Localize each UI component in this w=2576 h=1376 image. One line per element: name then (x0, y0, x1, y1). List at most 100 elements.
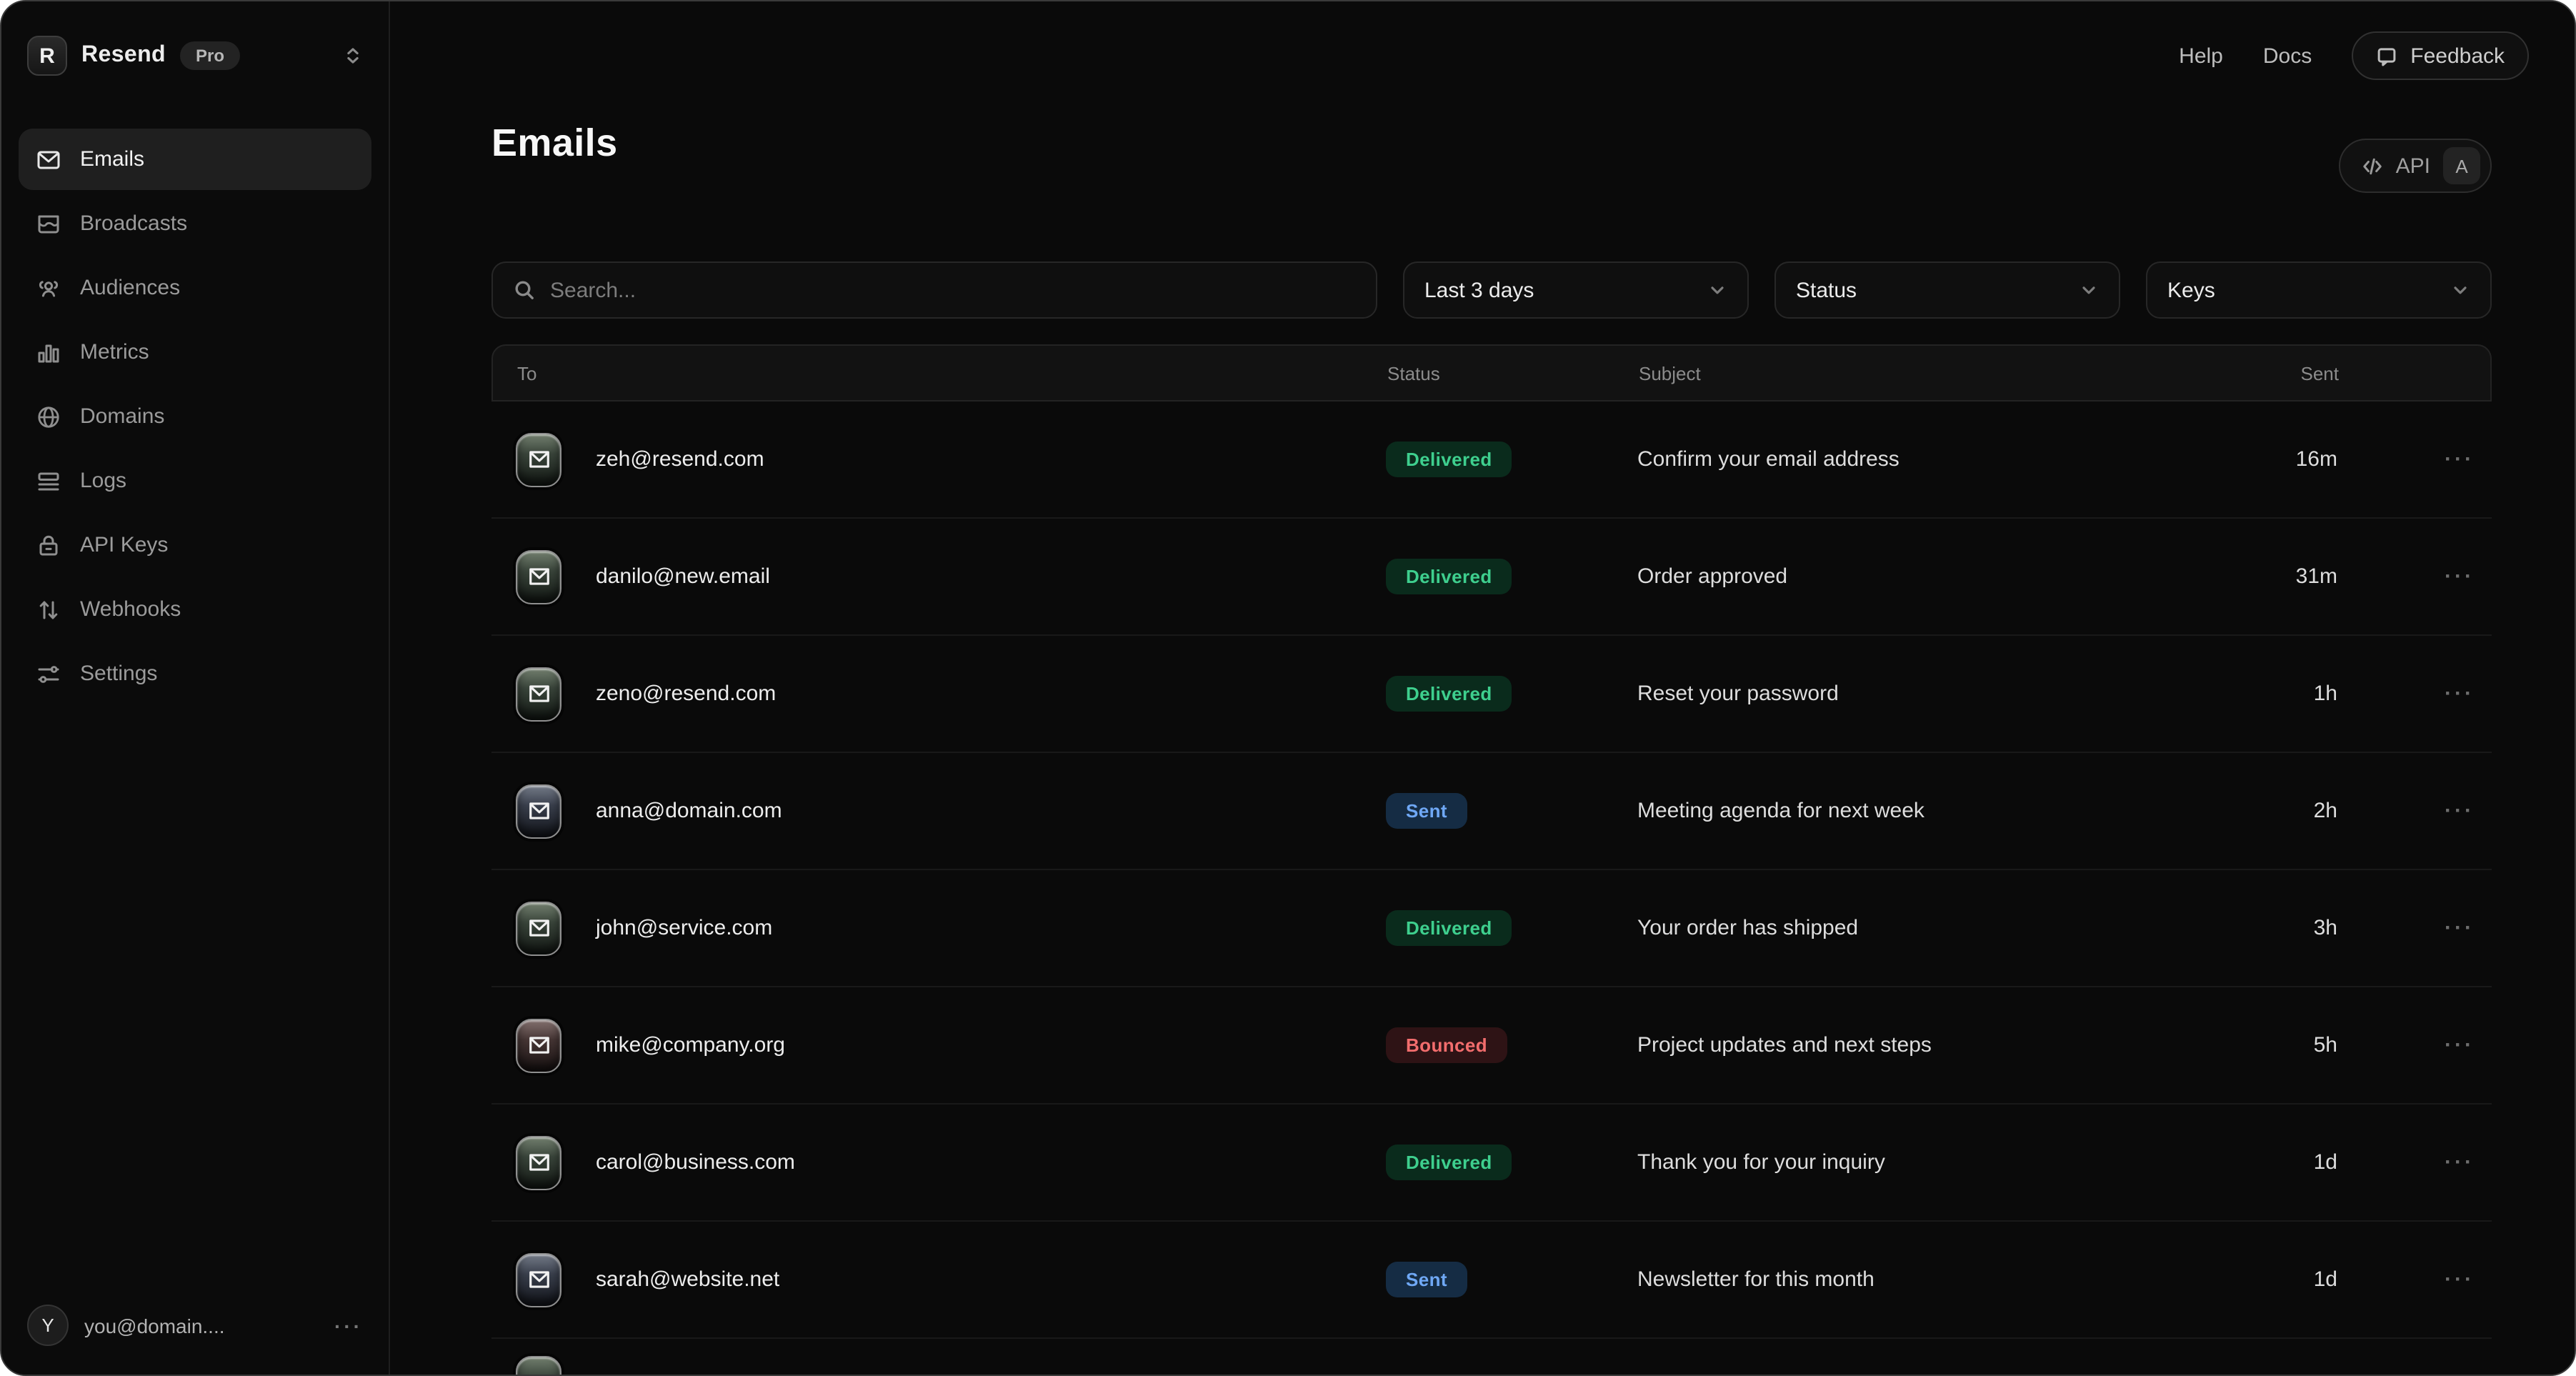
cell-status: Delivered (1386, 1145, 1626, 1180)
recipient-email: zeh@resend.com (596, 447, 764, 472)
status-select[interactable]: Status (1774, 261, 2120, 319)
avatar: Y (27, 1305, 69, 1346)
column-header-sent: Sent (2257, 362, 2339, 384)
webhooks-icon (36, 597, 61, 622)
feedback-bubble-icon (2376, 45, 2397, 66)
sidebar-item[interactable]: Metrics (19, 321, 371, 383)
globe-icon (36, 404, 61, 429)
sent-time: 1h (2256, 682, 2337, 706)
envelope-icon (528, 1270, 549, 1289)
table-row[interactable]: john@service.com Delivered Your order ha… (491, 870, 2492, 987)
table-row[interactable]: carol@business.com Delivered Thank you f… (491, 1105, 2492, 1222)
sidebar-item[interactable]: API Keys (19, 514, 371, 576)
row-menu-ellipsis-icon[interactable]: ··· (2337, 799, 2492, 823)
table-row[interactable]: danilo@new.email Delivered Order approve… (491, 519, 2492, 636)
cell-status: Delivered (1386, 559, 1626, 594)
sidebar-item[interactable]: Logs (19, 450, 371, 512)
page-title: Emails (491, 121, 618, 166)
email-subject: Project updates and next steps (1626, 1033, 2256, 1057)
settings-icon (36, 661, 61, 687)
sent-time: 1d (2256, 1150, 2337, 1175)
row-menu-ellipsis-icon[interactable]: ··· (2337, 682, 2492, 706)
keys-select[interactable]: Keys (2146, 261, 2492, 319)
email-subject: Your order has shipped (1626, 916, 2256, 940)
row-menu-ellipsis-icon[interactable]: ··· (2337, 1267, 2492, 1292)
sidebar-item-label: Domains (80, 404, 164, 429)
lock-icon (36, 532, 61, 558)
ellipsis-icon[interactable]: ··· (334, 1314, 363, 1337)
sidebar-nav: Emails Broadcasts Audiences Metrics Doma… (19, 129, 371, 704)
search-box[interactable] (491, 261, 1377, 319)
envelope-chip (516, 549, 561, 604)
cell-to: zeno@resend.com (491, 667, 1386, 721)
brand-name: Resend (81, 43, 166, 69)
filters-bar: Last 3 days Status Keys (491, 261, 2492, 319)
audiences-icon (36, 275, 61, 301)
cell-to: john@service.com (491, 901, 1386, 955)
sidebar-spacer (19, 704, 371, 1296)
recipient-email: carol@business.com (596, 1150, 795, 1175)
docs-link[interactable]: Docs (2263, 44, 2312, 68)
row-menu-ellipsis-icon[interactable]: ··· (2337, 564, 2492, 589)
column-header-status: Status (1387, 362, 1627, 384)
table-row[interactable]: zeh@resend.com Delivered Confirm your em… (491, 402, 2492, 519)
row-menu-ellipsis-icon[interactable]: ··· (2337, 1150, 2492, 1175)
envelope-chip (516, 1135, 561, 1190)
help-link[interactable]: Help (2179, 44, 2223, 68)
workspace-switcher[interactable]: R Resend Pro (19, 36, 371, 76)
chevron-down-icon (2079, 280, 2099, 300)
table-row[interactable]: sarah@website.net Sent Newsletter for th… (491, 1222, 2492, 1339)
table-body: zeh@resend.com Delivered Confirm your em… (491, 402, 2492, 1339)
table-header: To Status Subject Sent (491, 344, 2492, 402)
email-subject: Meeting agenda for next week (1626, 799, 2256, 823)
sidebar-item[interactable]: Audiences (19, 257, 371, 319)
envelope-chip (516, 667, 561, 721)
row-menu-ellipsis-icon[interactable]: ··· (2337, 1033, 2492, 1057)
api-button[interactable]: API A (2339, 139, 2492, 193)
envelope-chip (516, 784, 561, 838)
table-row[interactable]: zeno@resend.com Delivered Reset your pas… (491, 636, 2492, 753)
envelope-icon (528, 919, 549, 937)
column-header-to: To (493, 362, 1387, 384)
emails-table: To Status Subject Sent zeh@resend.com De… (491, 344, 2492, 1376)
feedback-button[interactable]: Feedback (2352, 31, 2529, 80)
resend-logo-icon: R (27, 36, 67, 76)
table-row[interactable]: anna@domain.com Sent Meeting agenda for … (491, 753, 2492, 870)
sent-time: 16m (2256, 447, 2337, 472)
sidebar-item-label: Webhooks (80, 597, 181, 622)
envelope-chip (516, 901, 561, 955)
envelope-chip (516, 1252, 561, 1307)
chevron-updown-icon[interactable] (343, 46, 363, 66)
row-menu-ellipsis-icon[interactable]: ··· (2337, 916, 2492, 940)
cell-to: sarah@website.net (491, 1252, 1386, 1307)
sidebar-item[interactable]: Broadcasts (19, 193, 371, 254)
cell-status: Bounced (1386, 1027, 1626, 1063)
user-menu[interactable]: Y you@domain.... ··· (19, 1296, 371, 1357)
search-input[interactable] (550, 278, 1356, 302)
code-icon (2362, 155, 2383, 176)
sidebar-item[interactable]: Settings (19, 643, 371, 704)
cell-status: Sent (1386, 1262, 1626, 1297)
row-menu-ellipsis-icon[interactable]: ··· (2337, 447, 2492, 472)
status-badge: Delivered (1386, 1145, 1512, 1180)
main-content: Help Docs Feedback Emails API A (390, 1, 2575, 1375)
cell-status: Delivered (1386, 676, 1626, 712)
sidebar-item[interactable]: Emails (19, 129, 371, 190)
date-range-select[interactable]: Last 3 days (1403, 261, 1749, 319)
sidebar-item-label: Metrics (80, 340, 149, 364)
table-row[interactable]: mike@company.org Bounced Project updates… (491, 987, 2492, 1105)
plan-badge: Pro (180, 41, 240, 70)
table-row-partial[interactable] (491, 1339, 2492, 1376)
sidebar-item-label: API Keys (80, 533, 168, 557)
sidebar-item[interactable]: Webhooks (19, 579, 371, 640)
sidebar-item[interactable]: Domains (19, 386, 371, 447)
recipient-email: john@service.com (596, 916, 772, 940)
chevron-down-icon (1707, 280, 1727, 300)
cell-status: Sent (1386, 793, 1626, 829)
status-badge: Delivered (1386, 676, 1512, 712)
recipient-email: mike@company.org (596, 1033, 785, 1057)
envelope-icon (528, 1036, 549, 1055)
user-email: you@domain.... (84, 1314, 225, 1337)
sent-time: 2h (2256, 799, 2337, 823)
search-icon (513, 279, 536, 301)
